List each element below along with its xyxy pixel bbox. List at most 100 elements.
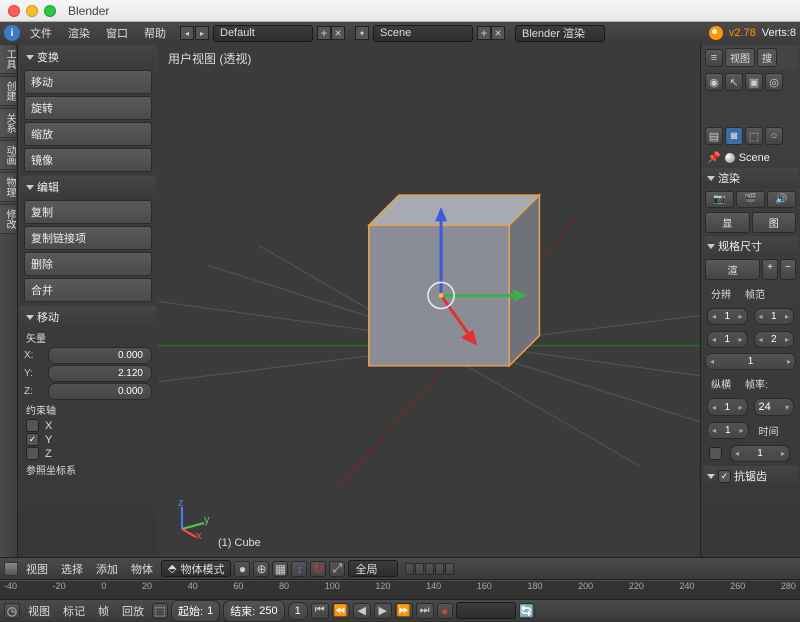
sync-icon[interactable]: 🔄 <box>519 603 535 619</box>
menu-help[interactable]: 帮助 <box>138 23 172 43</box>
layout-prev-button[interactable]: ◂ <box>180 26 194 40</box>
tab-physics[interactable]: 物理 <box>0 172 17 202</box>
manipulator-rotate-icon[interactable]: ↻ <box>310 561 326 577</box>
vp-menu-object[interactable]: 物体 <box>126 559 158 579</box>
menu-window[interactable]: 窗口 <box>100 23 134 43</box>
join-button[interactable]: 合并 <box>24 278 152 302</box>
scene-tab-icon[interactable]: ⬚ <box>745 127 763 145</box>
res-y-field[interactable]: ◂1▸ <box>707 331 748 348</box>
tab-relations[interactable]: 关系 <box>0 108 17 138</box>
time-field[interactable]: ◂1▸ <box>730 445 790 462</box>
minimize-window-button[interactable] <box>26 5 38 17</box>
preset-remove-button[interactable]: − <box>780 259 796 280</box>
y-value-field[interactable]: 2.120 <box>48 365 152 382</box>
render-preset-dropdown[interactable]: 渲 <box>705 259 760 280</box>
mirror-button[interactable]: 镜像 <box>24 148 152 172</box>
scene-add-button[interactable]: + <box>477 26 491 40</box>
layer-button[interactable] <box>405 563 414 575</box>
auto-keyframe-icon[interactable]: ● <box>437 603 453 619</box>
aspect-y-field[interactable]: ◂1▸ <box>707 422 749 439</box>
menu-file[interactable]: 文件 <box>24 23 58 43</box>
render-section-header[interactable]: 渲染 <box>703 168 798 188</box>
layout-next-button[interactable]: ▸ <box>195 26 209 40</box>
antialias-header[interactable]: 抗锯齿 <box>703 466 798 486</box>
constraint-x-checkbox[interactable] <box>26 419 39 432</box>
x-value-field[interactable]: 0.000 <box>48 347 152 364</box>
range-icon[interactable]: ⬚ <box>152 603 168 619</box>
manipulator-translate-icon[interactable]: ↕ <box>291 561 307 577</box>
3d-viewport[interactable]: 用户视图 (透视) <box>158 44 700 557</box>
layer-button[interactable] <box>425 563 434 575</box>
fps-field[interactable]: 24▾ <box>754 398 795 416</box>
close-window-button[interactable] <box>8 5 20 17</box>
preset-add-button[interactable]: + <box>762 259 778 280</box>
constraint-y-checkbox[interactable] <box>26 433 39 446</box>
jump-start-button[interactable]: ⏮ <box>311 603 329 619</box>
delete-button[interactable]: 删除 <box>24 252 152 276</box>
tl-menu-view[interactable]: 视图 <box>23 601 55 621</box>
view-tab[interactable]: 视图 <box>725 48 755 67</box>
search-tab[interactable]: 搜 <box>757 48 777 67</box>
render-engine-dropdown[interactable]: Blender 渲染 <box>515 25 605 42</box>
tab-tools[interactable]: 工具 <box>0 44 17 74</box>
editor-type-icon[interactable] <box>4 562 18 576</box>
edit-header[interactable]: 编辑 <box>20 176 156 198</box>
duplicate-button[interactable]: 复制 <box>24 200 152 224</box>
scale-button[interactable]: 缩放 <box>24 122 152 146</box>
camera-tab-icon[interactable]: ◙ <box>725 127 743 145</box>
pivot-icon[interactable]: ⊕ <box>253 561 269 577</box>
frame-end-field[interactable]: ◂2▸ <box>754 331 795 348</box>
current-frame-field[interactable]: 1 <box>288 602 308 620</box>
end-frame-field[interactable]: 结束:250 <box>223 600 284 622</box>
scene-remove-button[interactable]: × <box>491 26 505 40</box>
frame-start-field[interactable]: ◂1▸ <box>754 308 795 325</box>
jump-end-button[interactable]: ⏭ <box>416 603 434 619</box>
antialias-checkbox[interactable] <box>718 470 731 483</box>
render-audio-button[interactable]: 🔊 <box>767 191 796 208</box>
tl-menu-playback[interactable]: 回放 <box>117 601 149 621</box>
mode-dropdown[interactable]: ⬘物体模式 <box>161 560 231 577</box>
border-checkbox[interactable] <box>709 447 722 460</box>
play-reverse-button[interactable]: ◀ <box>353 603 371 619</box>
layer-button[interactable] <box>445 563 454 575</box>
visibility-icon[interactable]: ◉ <box>705 73 723 91</box>
maximize-window-button[interactable] <box>44 5 56 17</box>
info-editor-icon[interactable]: i <box>4 25 20 41</box>
play-button[interactable]: ▶ <box>374 603 392 619</box>
tl-menu-marker[interactable]: 标记 <box>58 601 90 621</box>
duplicate-linked-button[interactable]: 复制链接项 <box>24 226 152 250</box>
percentage-field[interactable]: ◂1▸ <box>705 353 796 370</box>
layer-button[interactable] <box>415 563 424 575</box>
tl-menu-frame[interactable]: 帧 <box>93 601 114 621</box>
display-mode-dropdown[interactable]: 图 <box>752 212 797 233</box>
manipulator-scale-icon[interactable]: ⤢ <box>329 561 345 577</box>
scene-dropdown[interactable]: Scene <box>373 25 473 42</box>
render-still-button[interactable]: 📷 <box>705 191 734 208</box>
outliner-icon[interactable]: ≡ <box>705 49 723 67</box>
vp-menu-view[interactable]: 视图 <box>21 559 53 579</box>
res-x-field[interactable]: ◂1▸ <box>707 308 748 325</box>
constraint-z-checkbox[interactable] <box>26 447 39 460</box>
vp-menu-select[interactable]: 选择 <box>56 559 88 579</box>
start-frame-field[interactable]: 起始:1 <box>171 600 220 622</box>
menu-render[interactable]: 渲染 <box>62 23 96 43</box>
layer-button[interactable] <box>435 563 444 575</box>
z-value-field[interactable]: 0.000 <box>48 383 152 400</box>
keyframe-prev-button[interactable]: ⏪ <box>332 603 350 619</box>
tab-create[interactable]: 创建 <box>0 76 17 106</box>
rotate-button[interactable]: 旋转 <box>24 96 152 120</box>
transform-header[interactable]: 变换 <box>20 46 156 68</box>
world-tab-icon[interactable]: ○ <box>765 127 783 145</box>
render-anim-button[interactable]: 🎬 <box>736 191 765 208</box>
dimensions-header[interactable]: 规格尺寸 <box>703 236 798 256</box>
render-toggle-icon[interactable]: ◎ <box>765 73 783 91</box>
render-tab-icon[interactable]: ▤ <box>705 127 723 145</box>
translate-button[interactable]: 移动 <box>24 70 152 94</box>
tab-animation[interactable]: 动画 <box>0 140 17 170</box>
tab-grease[interactable]: 修改 <box>0 204 17 234</box>
camera-icon[interactable]: ▣ <box>745 73 763 91</box>
pin-icon[interactable]: 📌 <box>707 151 721 164</box>
timeline-editor-icon[interactable]: ◷ <box>4 603 20 619</box>
aspect-x-field[interactable]: ◂1▸ <box>707 398 748 416</box>
layout-add-button[interactable]: + <box>317 26 331 40</box>
